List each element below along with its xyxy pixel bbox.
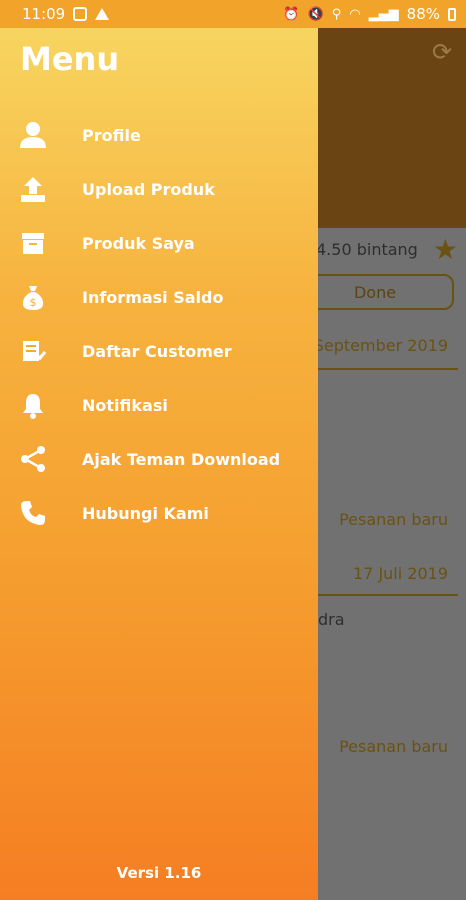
menu-item-label: Notifikasi bbox=[82, 395, 168, 415]
menu-title: Menu bbox=[20, 40, 120, 78]
menu-item-label: Informasi Saldo bbox=[82, 287, 224, 307]
user-icon bbox=[18, 120, 48, 150]
menu-item-produk-saya[interactable]: Produk Saya bbox=[0, 216, 318, 270]
bell-icon bbox=[18, 390, 48, 420]
share-icon bbox=[18, 444, 48, 474]
divider bbox=[310, 594, 458, 596]
menu-item-informasi-saldo[interactable]: $ Informasi Saldo bbox=[0, 270, 318, 324]
menu-item-label: Daftar Customer bbox=[82, 341, 232, 361]
star-icon: ★ bbox=[432, 233, 458, 266]
upload-icon bbox=[18, 174, 48, 204]
order-status: Pesanan baru bbox=[339, 737, 448, 756]
menu-item-label: Upload Produk bbox=[82, 179, 215, 199]
menu-item-hubungi-kami[interactable]: Hubungi Kami bbox=[0, 486, 318, 540]
menu-item-daftar-customer[interactable]: Daftar Customer bbox=[0, 324, 318, 378]
customer-list-icon bbox=[18, 336, 48, 366]
menu-item-label: Ajak Teman Download bbox=[82, 449, 281, 469]
menu-list: Profile Upload Produk Produk Saya $ Info… bbox=[0, 108, 318, 540]
location-icon: ⚲ bbox=[331, 6, 342, 22]
mute-icon: 🔇 bbox=[307, 6, 324, 22]
order-status: Pesanan baru bbox=[339, 510, 448, 529]
menu-item-profile[interactable]: Profile bbox=[0, 108, 318, 162]
navigation-drawer: Menu Profile Upload Produk Produk Saya $… bbox=[0, 28, 318, 900]
archive-box-icon bbox=[18, 228, 48, 258]
signal-icon: ▂▄▆ bbox=[368, 6, 399, 22]
done-button: Done bbox=[296, 274, 454, 310]
order-date: 17 Juli 2019 bbox=[353, 564, 448, 583]
money-bag-icon: $ bbox=[18, 282, 48, 312]
battery-percent: 88% bbox=[406, 5, 440, 23]
customer-name: dra bbox=[318, 610, 345, 629]
menu-item-upload-produk[interactable]: Upload Produk bbox=[0, 162, 318, 216]
warning-icon bbox=[95, 8, 110, 20]
phone-icon bbox=[18, 498, 48, 528]
svg-text:$: $ bbox=[30, 296, 37, 309]
rating-text: 4.50 bintang bbox=[316, 240, 418, 259]
status-time: 11:09 bbox=[22, 5, 66, 23]
divider bbox=[310, 368, 458, 370]
menu-item-notifikasi[interactable]: Notifikasi bbox=[0, 378, 318, 432]
alarm-icon: ⏰ bbox=[283, 6, 300, 22]
menu-item-label: Produk Saya bbox=[82, 233, 195, 253]
menu-item-label: Profile bbox=[82, 125, 141, 145]
sync-icon: ⟳ bbox=[432, 38, 453, 66]
wifi-icon: ◠ bbox=[349, 6, 361, 22]
screenshot-icon bbox=[73, 7, 88, 21]
menu-item-ajak-teman[interactable]: Ajak Teman Download bbox=[0, 432, 318, 486]
order-date: September 2019 bbox=[313, 336, 448, 355]
menu-item-label: Hubungi Kami bbox=[82, 503, 209, 523]
battery-icon bbox=[448, 7, 456, 21]
app-version: Versi 1.16 bbox=[116, 864, 202, 882]
status-bar: 11:09 ⏰ 🔇 ⚲ ◠ ▂▄▆ 88% bbox=[0, 0, 466, 28]
